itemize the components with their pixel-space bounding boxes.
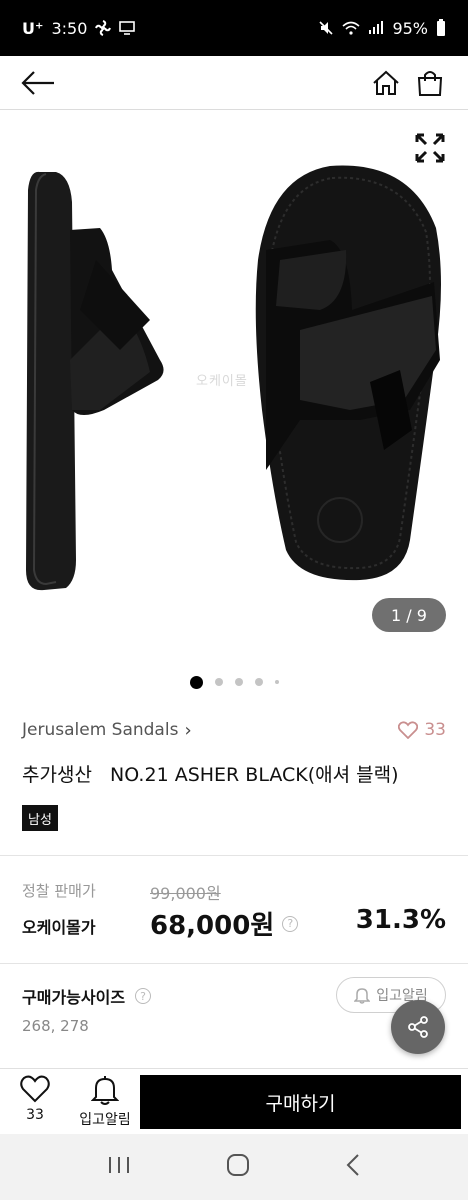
help-icon[interactable]: ? — [135, 988, 152, 1004]
recent-apps-button[interactable] — [107, 1155, 131, 1179]
heart-icon — [398, 721, 419, 739]
gender-badge: 남성 — [22, 805, 58, 831]
regular-price-label: 정찰 판매가 — [22, 882, 96, 900]
carrier-label: U⁺ — [22, 18, 44, 38]
product-title: 추가생산 NO.21 ASHER BLACK(애셔 블랙) — [22, 764, 399, 786]
back-chevron-icon — [346, 1154, 359, 1176]
fan-icon — [95, 20, 112, 36]
battery-label: 95% — [392, 18, 428, 38]
home-circle-icon — [226, 1154, 249, 1176]
clock: 3:50 — [51, 18, 88, 38]
restock-alert-bottom-label: 입고알림 — [79, 1112, 131, 1128]
bell-icon — [354, 988, 371, 1004]
like-count: 33 — [424, 720, 446, 740]
pagination-dot[interactable] — [189, 675, 203, 689]
wishlist-button[interactable]: 33 — [10, 1075, 60, 1131]
top-nav — [0, 56, 468, 110]
cart-button[interactable] — [410, 63, 450, 103]
like-area[interactable]: 33 — [398, 720, 446, 740]
help-icon[interactable]: ? — [282, 915, 299, 932]
system-home-button[interactable] — [226, 1153, 250, 1181]
available-sizes-title: 구매가능사이즈 ? — [22, 984, 152, 1008]
available-sizes-label: 구매가능사이즈 — [22, 988, 126, 1007]
discount-rate: 31.3% — [355, 905, 446, 935]
pagination-dot[interactable] — [214, 678, 223, 686]
bell-icon — [91, 1076, 119, 1105]
screen-icon — [119, 21, 136, 35]
heart-icon — [20, 1075, 50, 1103]
wishlist-count: 33 — [26, 1107, 44, 1123]
battery-icon — [436, 19, 446, 37]
mute-icon — [318, 20, 334, 36]
share-button[interactable] — [391, 1000, 445, 1054]
recent-apps-icon — [109, 1157, 130, 1173]
status-bar: U⁺ 3:50 95% — [0, 0, 468, 56]
wifi-icon — [342, 21, 360, 35]
share-icon — [408, 1016, 428, 1038]
sale-price: 68,000원 — [150, 911, 275, 941]
brand-link[interactable]: Jerusalem Sandals — [22, 720, 178, 740]
image-counter: 1 / 9 — [372, 598, 446, 632]
chevron-right-icon: › — [184, 719, 192, 741]
divider — [0, 855, 468, 856]
gallery-pagination — [0, 670, 468, 694]
home-icon — [373, 70, 399, 95]
image-watermark: 오케이몰 — [196, 374, 248, 389]
product-image-gallery[interactable]: 오케이몰 1 / 9 — [0, 110, 468, 670]
restock-alert-bottom-button[interactable]: 입고알림 — [72, 1075, 138, 1131]
back-arrow-icon — [21, 70, 54, 95]
pagination-dot[interactable] — [234, 678, 243, 686]
regular-price: 99,000원 — [150, 884, 221, 903]
pagination-dot[interactable] — [274, 680, 279, 684]
pagination-dot[interactable] — [254, 678, 263, 686]
expand-button[interactable] — [414, 132, 446, 168]
home-button[interactable] — [366, 63, 406, 103]
signal-icon — [368, 21, 384, 35]
brand-row: Jerusalem Sandals › 33 — [22, 716, 446, 744]
shopping-bag-icon — [417, 70, 443, 96]
available-sizes: 268, 278 — [22, 1017, 89, 1035]
system-back-button[interactable] — [345, 1153, 361, 1181]
expand-icon — [415, 133, 445, 163]
back-button[interactable] — [18, 63, 58, 103]
buy-button[interactable]: 구매하기 — [140, 1075, 461, 1129]
system-nav-bar — [0, 1134, 468, 1200]
divider — [0, 963, 468, 964]
sale-price-label: 오케이몰가 — [22, 918, 96, 937]
product-image — [26, 165, 441, 591]
sale-price-group: 68,000원 ? — [150, 905, 299, 942]
bottom-action-bar: 33 입고알림 구매하기 — [0, 1068, 468, 1134]
